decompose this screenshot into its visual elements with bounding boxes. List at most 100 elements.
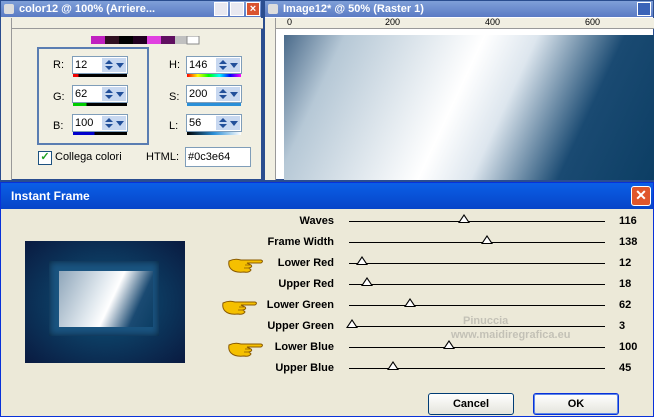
slider-thumb[interactable] xyxy=(386,361,399,370)
watermark-line2: www.maidiregrafica.eu xyxy=(451,329,571,341)
dialog-close-button[interactable]: ✕ xyxy=(631,186,651,206)
param-value: 62 xyxy=(619,299,632,311)
param-label: Lower Blue xyxy=(274,341,334,353)
minimize-button[interactable] xyxy=(637,2,651,16)
pointing-hand-icon xyxy=(222,300,257,315)
slider-track xyxy=(349,242,605,243)
slider-track xyxy=(349,263,605,264)
html-label: HTML: xyxy=(146,151,179,163)
slider-track xyxy=(349,347,605,348)
param-value: 45 xyxy=(619,362,632,374)
param-value: 100 xyxy=(619,341,638,353)
image-window: Image12* @ 50% (Raster 1) 0 200 400 600 xyxy=(264,0,654,180)
param-value: 3 xyxy=(619,320,626,332)
pointing-hand-icon xyxy=(228,342,263,357)
minimize-button[interactable] xyxy=(214,2,228,16)
param-label: Upper Red xyxy=(278,278,334,290)
ruler-label-600: 600 xyxy=(585,17,601,27)
param-label: Frame Width xyxy=(267,236,334,248)
slider-thumb[interactable] xyxy=(355,256,368,265)
cancel-button[interactable]: Cancel xyxy=(428,393,514,415)
r-spinner[interactable] xyxy=(102,58,126,72)
g-input[interactable]: 62 xyxy=(72,85,128,103)
param-slider[interactable] xyxy=(349,297,605,315)
link-colors-label: Collega colori xyxy=(55,151,122,163)
preview-image xyxy=(59,271,153,327)
param-slider[interactable] xyxy=(349,276,605,294)
ruler-label-0: 0 xyxy=(287,17,293,27)
slider-track xyxy=(349,305,605,306)
b-input[interactable]: 100 xyxy=(72,114,128,132)
color-window: color12 @ 100% (Arriere... × R: 12 G: 62… xyxy=(0,0,263,180)
h-bar xyxy=(187,74,241,77)
param-slider[interactable] xyxy=(349,255,605,273)
image-window-title: Image12* @ 50% (Raster 1) xyxy=(283,3,424,15)
h-spinner[interactable] xyxy=(216,58,240,72)
l-input[interactable]: 56 xyxy=(186,114,242,132)
pointing-hand-icon xyxy=(228,258,263,273)
param-slider[interactable] xyxy=(349,339,605,357)
g-bar xyxy=(73,103,127,106)
param-label: Lower Green xyxy=(266,299,334,311)
r-input[interactable]: 12 xyxy=(72,56,128,74)
param-value: 12 xyxy=(619,257,632,269)
close-button[interactable]: × xyxy=(246,2,260,16)
link-colors-checkbox[interactable]: ✓ xyxy=(38,151,52,165)
window-icon xyxy=(268,4,278,14)
color-window-titlebar[interactable]: color12 @ 100% (Arriere... × xyxy=(1,1,261,17)
ruler-label-200: 200 xyxy=(385,17,401,27)
canvas-image[interactable] xyxy=(284,35,654,180)
s-bar xyxy=(187,103,241,106)
g-label: G: xyxy=(53,91,65,103)
g-spinner[interactable] xyxy=(102,87,126,101)
r-bar xyxy=(73,74,127,77)
instant-frame-dialog: Instant Frame ✕ Waves 116 Frame Width 138 Lo… xyxy=(0,182,654,417)
b-spinner[interactable] xyxy=(102,116,126,130)
dialog-titlebar[interactable]: Instant Frame ✕ xyxy=(1,183,653,209)
html-input[interactable]: #0c3e64 xyxy=(185,147,251,167)
image-window-titlebar[interactable]: Image12* @ 50% (Raster 1) xyxy=(265,1,653,17)
h-input[interactable]: 146 xyxy=(186,56,242,74)
b-label: B: xyxy=(53,120,64,132)
slider-thumb[interactable] xyxy=(458,214,471,223)
l-bar xyxy=(187,132,241,135)
l-label: L: xyxy=(169,120,179,132)
horizontal-ruler xyxy=(1,18,263,29)
slider-thumb[interactable] xyxy=(360,277,373,286)
b-bar xyxy=(73,132,127,135)
frame-preview xyxy=(25,241,185,363)
vertical-ruler xyxy=(1,18,12,180)
color-palette-strip xyxy=(91,36,200,45)
param-label: Upper Green xyxy=(267,320,334,332)
slider-thumb[interactable] xyxy=(442,340,455,349)
maximize-button[interactable] xyxy=(230,2,244,16)
r-label: R: xyxy=(53,59,64,71)
slider-track xyxy=(349,221,605,222)
h-label: H: xyxy=(169,59,180,71)
horizontal-ruler: 0 200 400 600 xyxy=(265,17,654,29)
ruler-label-400: 400 xyxy=(485,17,501,27)
param-label: Upper Blue xyxy=(275,362,334,374)
watermark-line1: Pinuccia xyxy=(463,315,509,327)
window-icon xyxy=(4,4,14,14)
param-label: Waves xyxy=(299,215,334,227)
s-spinner[interactable] xyxy=(216,87,240,101)
param-label: Lower Red xyxy=(277,257,334,269)
param-slider[interactable] xyxy=(349,360,605,378)
param-value: 18 xyxy=(619,278,632,290)
ok-button[interactable]: OK xyxy=(533,393,619,415)
param-slider[interactable] xyxy=(349,234,605,252)
param-value: 138 xyxy=(619,236,638,248)
slider-track xyxy=(349,284,605,285)
slider-thumb[interactable] xyxy=(481,235,494,244)
param-slider[interactable] xyxy=(349,213,605,231)
color-window-title: color12 @ 100% (Arriere... xyxy=(19,3,156,15)
s-label: S: xyxy=(169,91,180,103)
slider-thumb[interactable] xyxy=(404,298,417,307)
dialog-title: Instant Frame xyxy=(11,189,90,203)
param-value: 116 xyxy=(619,215,637,227)
l-spinner[interactable] xyxy=(216,116,240,130)
s-input[interactable]: 200 xyxy=(186,85,242,103)
slider-thumb[interactable] xyxy=(345,319,358,328)
vertical-ruler xyxy=(265,18,276,180)
